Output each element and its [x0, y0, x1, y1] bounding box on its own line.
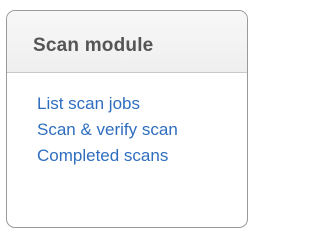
- scan-module-panel: Scan module List scan jobs Scan & verify…: [6, 10, 248, 228]
- completed-scans-link[interactable]: Completed scans: [37, 146, 168, 165]
- panel-title: Scan module: [33, 35, 154, 56]
- panel-link-list: List scan jobs Scan & verify scan Comple…: [7, 73, 247, 172]
- list-item: List scan jobs: [37, 94, 247, 120]
- panel-header: Scan module: [7, 11, 247, 73]
- list-item: Completed scans: [37, 146, 247, 172]
- list-scan-jobs-link[interactable]: List scan jobs: [37, 94, 140, 113]
- list-item: Scan & verify scan: [37, 120, 247, 146]
- scan-verify-scan-link[interactable]: Scan & verify scan: [37, 120, 178, 139]
